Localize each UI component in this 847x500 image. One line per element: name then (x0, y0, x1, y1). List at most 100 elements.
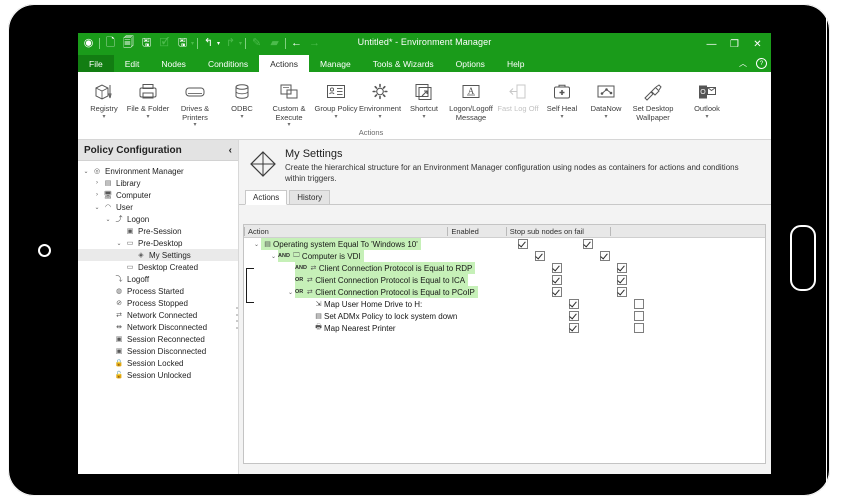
action-node[interactable]: AND⇄Client Connection Protocol is Equal … (295, 262, 475, 274)
action-node[interactable]: ▤Set ADMx Policy to lock system down (312, 310, 460, 322)
dropdown-caret-icon[interactable]: ▾ (604, 114, 607, 120)
sidebar-item-my-settings[interactable]: ◈My Settings (78, 249, 238, 261)
dropdown-caret-icon[interactable]: ▾ (705, 114, 708, 120)
chevron-down-icon[interactable]: ⌄ (252, 241, 261, 248)
action-node[interactable]: AND🖵Computer is VDI (278, 250, 364, 262)
close-button[interactable]: ✕ (746, 33, 769, 55)
sidebar-item-network-disconnected[interactable]: ⇹Network Disconnected (78, 321, 238, 333)
checkbox-enabled[interactable] (569, 323, 579, 333)
dropdown-caret-icon[interactable]: ▾ (560, 114, 563, 120)
ribbon-tab-help[interactable]: Help (496, 55, 535, 72)
checkbox-enabled[interactable] (552, 275, 562, 285)
checkbox-enabled[interactable] (569, 299, 579, 309)
sidebar-item-network-connected[interactable]: ⇄Network Connected (78, 309, 238, 321)
dropdown-caret-icon[interactable]: ▾ (422, 114, 425, 120)
checkbox-enabled[interactable] (552, 263, 562, 273)
table-row[interactable]: 🖶Map Nearest Printer (244, 322, 765, 334)
collapse-ribbon-icon[interactable]: ︿ (739, 58, 747, 69)
checkbox-enabled[interactable] (552, 287, 562, 297)
grid-column-header-action[interactable]: Action (244, 227, 447, 236)
sidebar-item-pre-session[interactable]: ▣Pre-Session (78, 225, 238, 237)
action-node[interactable]: ⇲Map User Home Drive to H: (312, 298, 425, 310)
ribbon-button-self-heal[interactable]: Self Heal▾ (540, 72, 584, 120)
ribbon-tab-manage[interactable]: Manage (309, 55, 362, 72)
ribbon-tab-edit[interactable]: Edit (114, 55, 151, 72)
ribbon-tab-actions[interactable]: Actions (259, 55, 309, 72)
chevron-down-icon[interactable]: ⌄ (286, 289, 295, 296)
grid-column-header-blank[interactable] (610, 227, 765, 236)
sidebar-item-session-locked[interactable]: 🔒Session Locked (78, 357, 238, 369)
table-row[interactable]: OR⇄Client Connection Protocol is Equal t… (244, 274, 765, 286)
ribbon-button-set-desktop-wallpaper[interactable]: Set Desktop Wallpaper (628, 72, 678, 122)
table-row[interactable]: ⇲Map User Home Drive to H: (244, 298, 765, 310)
ribbon-button-logon-logoff-message[interactable]: ALogon/Logoff Message (446, 72, 496, 122)
dropdown-caret-icon[interactable]: ▾ (102, 114, 105, 120)
ribbon-button-file-folder[interactable]: File & Folder▾ (126, 72, 170, 120)
sidebar-item-session-unlocked[interactable]: 🔓Session Unlocked (78, 369, 238, 381)
content-tab-history[interactable]: History (289, 190, 330, 204)
chevron-down-icon[interactable]: ⌄ (114, 240, 124, 247)
dropdown-caret-icon[interactable]: ▾ (334, 114, 337, 120)
table-row[interactable]: ⌄▤Operating system Equal To 'Windows 10' (244, 238, 765, 250)
ribbon-button-custom-execute[interactable]: Custom & Execute▾ (264, 72, 314, 128)
checkbox-stop-sub-nodes-on-fail[interactable] (617, 263, 627, 273)
checkbox-stop-sub-nodes-on-fail[interactable] (617, 275, 627, 285)
chevron-down-icon[interactable]: ⌄ (269, 253, 278, 260)
sidebar-item-pre-desktop[interactable]: ⌄▭Pre-Desktop (78, 237, 238, 249)
help-icon[interactable]: ? (756, 58, 767, 69)
sidebar-item-computer[interactable]: ›🖥Computer (78, 189, 238, 201)
device-side-button[interactable] (790, 225, 816, 291)
checkbox-stop-sub-nodes-on-fail[interactable] (600, 251, 610, 261)
grid-column-header-stop-sub-nodes-on-fail[interactable]: Stop sub nodes on fail (506, 227, 611, 236)
table-row[interactable]: ⌄AND🖵Computer is VDI (244, 250, 765, 262)
dropdown-caret-icon[interactable]: ▾ (146, 114, 149, 120)
restore-button[interactable]: ❐ (723, 33, 746, 55)
sidebar-item-desktop-created[interactable]: ▭Desktop Created (78, 261, 238, 273)
sidebar-item-session-disconnected[interactable]: ▣Session Disconnected (78, 345, 238, 357)
dropdown-caret-icon[interactable]: ▾ (378, 114, 381, 120)
checkbox-enabled[interactable] (535, 251, 545, 261)
sidebar-item-logon[interactable]: ⌄⤴Logon (78, 213, 238, 225)
checkbox-stop-sub-nodes-on-fail[interactable] (634, 311, 644, 321)
chevron-right-icon[interactable]: › (92, 192, 102, 198)
checkbox-stop-sub-nodes-on-fail[interactable] (583, 239, 593, 249)
ribbon-tab-conditions[interactable]: Conditions (197, 55, 259, 72)
sidebar-item-session-reconnected[interactable]: ▣Session Reconnected (78, 333, 238, 345)
ribbon-button-group-policy[interactable]: Group Policy▾ (314, 72, 358, 120)
ribbon-tab-file[interactable]: File (78, 55, 114, 72)
action-node[interactable]: 🖶Map Nearest Printer (312, 322, 399, 334)
ribbon-button-environment[interactable]: Environment▾ (358, 72, 402, 120)
ribbon-button-odbc[interactable]: ODBC▾ (220, 72, 264, 120)
ribbon-button-registry[interactable]: Registry▾ (82, 72, 126, 120)
action-node[interactable]: OR⇄Client Connection Protocol is Equal t… (295, 286, 478, 298)
sidebar-item-environment-manager[interactable]: ⌄◎Environment Manager (78, 165, 238, 177)
ribbon-tab-tools-wizards[interactable]: Tools & Wizards (362, 55, 445, 72)
checkbox-enabled[interactable] (569, 311, 579, 321)
ribbon-button-shortcut[interactable]: Shortcut▾ (402, 72, 446, 120)
chevron-right-icon[interactable]: › (92, 180, 102, 186)
checkbox-stop-sub-nodes-on-fail[interactable] (634, 323, 644, 333)
ribbon-tab-nodes[interactable]: Nodes (150, 55, 197, 72)
collapse-panel-icon[interactable]: ‹ (229, 145, 232, 156)
checkbox-enabled[interactable] (518, 239, 528, 249)
content-tab-actions[interactable]: Actions (245, 190, 287, 205)
sidebar-item-process-started[interactable]: ◍Process Started (78, 285, 238, 297)
checkbox-stop-sub-nodes-on-fail[interactable] (617, 287, 627, 297)
checkbox-stop-sub-nodes-on-fail[interactable] (634, 299, 644, 309)
ribbon-tab-options[interactable]: Options (445, 55, 496, 72)
table-row[interactable]: ▤Set ADMx Policy to lock system down (244, 310, 765, 322)
dropdown-caret-icon[interactable]: ▾ (240, 114, 243, 120)
ribbon-button-drives-printers[interactable]: Drives & Printers▾ (170, 72, 220, 128)
chevron-down-icon[interactable]: ⌄ (92, 204, 102, 211)
sidebar-item-logoff[interactable]: ⤵Logoff (78, 273, 238, 285)
ribbon-button-datanow[interactable]: DataNow▾ (584, 72, 628, 120)
grid-column-header-enabled[interactable]: Enabled (447, 227, 505, 236)
table-row[interactable]: AND⇄Client Connection Protocol is Equal … (244, 262, 765, 274)
ribbon-button-outlook[interactable]: OOutlook▾ (685, 72, 729, 120)
sidebar-item-process-stopped[interactable]: ⊘Process Stopped (78, 297, 238, 309)
chevron-down-icon[interactable]: ⌄ (81, 168, 91, 175)
sidebar-item-library[interactable]: ›▤Library (78, 177, 238, 189)
minimize-button[interactable]: — (700, 33, 723, 55)
action-node[interactable]: ▤Operating system Equal To 'Windows 10' (261, 238, 421, 250)
chevron-down-icon[interactable]: ⌄ (103, 216, 113, 223)
